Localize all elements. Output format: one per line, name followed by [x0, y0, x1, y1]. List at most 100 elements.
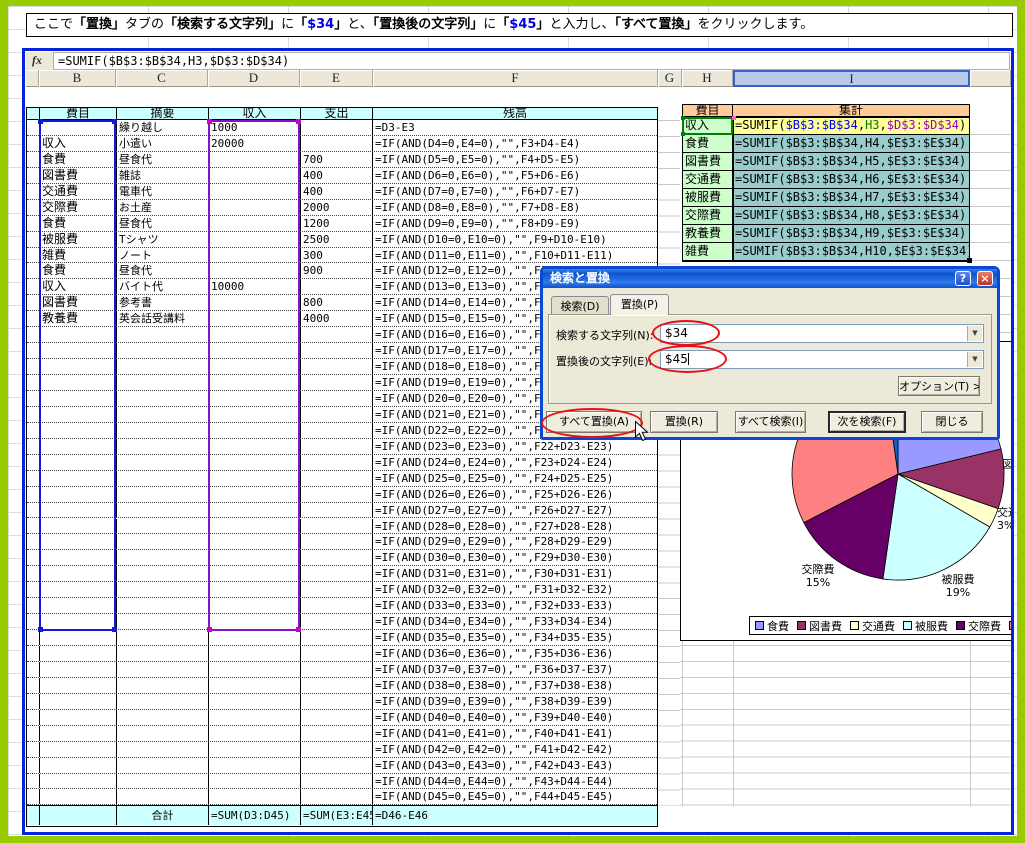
cell: [40, 662, 117, 677]
options-button[interactable]: オプション(T) >>: [898, 376, 980, 396]
cell: [117, 598, 209, 613]
cell: [27, 120, 40, 135]
column-header-F[interactable]: F: [373, 70, 658, 87]
dialog-button-2[interactable]: すべて検索(I): [735, 411, 806, 433]
cell: [301, 503, 373, 518]
cell: [117, 742, 209, 757]
dialog-button-0[interactable]: すべて置換(A): [546, 411, 642, 433]
cell: 図書費: [40, 168, 117, 183]
formula-part: $D$3:$D$34: [887, 118, 959, 132]
frame-left: [0, 0, 8, 843]
summary-formula-cell: =SUMIF($B$3:$B$34,H5,$E$3:$E$34): [733, 153, 969, 170]
cell: [209, 678, 301, 693]
cell: [209, 343, 301, 358]
cell: =IF(AND(D37=0,E37=0),"",F36+D37-E37): [373, 662, 657, 677]
cell: [209, 152, 301, 167]
ledger-row: 交通費電車代400=IF(AND(D7=0,E7=0),"",F6+D7-E7): [27, 184, 657, 200]
cell: 交際費: [40, 200, 117, 215]
search-combo-arrow-icon[interactable]: ▼: [967, 326, 982, 341]
cell: お土産: [117, 200, 209, 215]
help-button[interactable]: ?: [955, 271, 971, 286]
tab-replace[interactable]: 置換(P): [610, 294, 669, 315]
cell: 10000: [209, 279, 301, 294]
legend-label: 交通費: [862, 618, 895, 634]
cell: =IF(AND(D10=0,E10=0),"",F9+D10-E10): [373, 232, 657, 247]
ledger-header-cell: 残高: [373, 108, 657, 119]
dialog-titlebar[interactable]: 検索と置換: [543, 269, 997, 288]
cell: =IF(AND(D40=0,E40=0),"",F39+D40-E40): [373, 710, 657, 725]
cell: =IF(AND(D32=0,E32=0),"",F31+D32-E32): [373, 582, 657, 597]
cell: 2500: [301, 232, 373, 247]
cell: 参考書: [117, 295, 209, 310]
cell: [209, 774, 301, 789]
dialog-button-1[interactable]: 置換(R): [650, 411, 718, 433]
column-header-E[interactable]: E: [300, 70, 373, 87]
cell: [40, 630, 117, 645]
formula-part: ): [959, 118, 966, 132]
instruction-segment: 「すべて置換」: [614, 17, 697, 32]
cell: [27, 614, 40, 629]
find-replace-dialog: 検索と置換 ? × 検索(D) 置換(P) 検索する文字列(N): $34 ▼ …: [540, 266, 1000, 440]
cell: [301, 407, 373, 422]
cell: [209, 248, 301, 263]
instruction-segment: をクリックします。: [698, 17, 814, 32]
dialog-button-3[interactable]: 次を検索(F): [828, 411, 906, 433]
cell: =IF(AND(D5=0,E5=0),"",F4+D5-E5): [373, 152, 657, 167]
column-header-H[interactable]: H: [682, 70, 733, 87]
cell: [27, 311, 40, 326]
cell: [209, 423, 301, 438]
column-header-D[interactable]: D: [208, 70, 300, 87]
cell: [27, 487, 40, 502]
cell: [40, 566, 117, 581]
cell: =IF(AND(D9=0,E9=0),"",F8+D9-E9): [373, 216, 657, 231]
cell: 小遣い: [117, 136, 209, 151]
cell: =IF(AND(D26=0,E26=0),"",F25+D26-E26): [373, 487, 657, 502]
legend-swatch-icon: [1009, 621, 1014, 630]
column-header-G[interactable]: G: [658, 70, 682, 87]
cell: [27, 758, 40, 773]
instruction-segment: 「置換後の文字列」: [373, 17, 484, 32]
legend-swatch-icon: [850, 621, 859, 630]
cell: [117, 471, 209, 486]
instruction-segment: に: [281, 17, 294, 32]
search-string-input[interactable]: $34 ▼: [660, 324, 984, 343]
cell: [27, 200, 40, 215]
cell: 食費: [40, 216, 117, 231]
ledger-row: =IF(AND(D39=0,E39=0),"",F38+D39-E39): [27, 694, 657, 710]
replace-string-input[interactable]: $45 ▼: [660, 350, 984, 369]
cell: =IF(AND(D28=0,E28=0),"",F27+D28-E28): [373, 519, 657, 534]
cell: =IF(AND(D8=0,E8=0),"",F7+D8-E8): [373, 200, 657, 215]
column-header-C[interactable]: C: [116, 70, 208, 87]
cell: 800: [301, 295, 373, 310]
cell: =IF(AND(D4=0,E4=0),"",F3+D4-E4): [373, 136, 657, 151]
summary-table: 費目集計収入=SUMIF($B$3:$B$34,H3,$D$3:$D$34)食費…: [682, 104, 970, 262]
formula-bar-input[interactable]: =SUMIF($B$3:$B$34,H3,$D$3:$D$34): [53, 52, 1010, 70]
instruction-segment: $34: [307, 17, 334, 32]
cell: [27, 806, 40, 825]
close-icon[interactable]: ×: [977, 271, 993, 286]
tab-search[interactable]: 検索(D): [551, 296, 609, 315]
column-header-I[interactable]: I: [733, 70, 970, 87]
cell: [209, 758, 301, 773]
formula-bar: fx =SUMIF($B$3:$B$34,H3,$D$3:$D$34): [26, 52, 1010, 70]
cell: [40, 120, 117, 135]
replace-combo-arrow-icon[interactable]: ▼: [967, 352, 982, 367]
cell: ノート: [117, 248, 209, 263]
cell: [40, 375, 117, 390]
cell: [27, 136, 40, 151]
cell: [27, 184, 40, 199]
dialog-button-4[interactable]: 閉じる: [921, 411, 983, 433]
cell: [27, 248, 40, 263]
cell: =IF(AND(D33=0,E33=0),"",F32+D33-E33): [373, 598, 657, 613]
cell: [117, 710, 209, 725]
cell: [27, 216, 40, 231]
cell: 900: [301, 263, 373, 278]
chart-legend: 食費図書費交通費被服費交際費教養費雑費: [749, 616, 1014, 635]
cell: [301, 726, 373, 741]
ledger-row: 図書費雑誌400=IF(AND(D6=0,E6=0),"",F5+D6-E6): [27, 168, 657, 184]
column-header-B[interactable]: B: [39, 70, 116, 87]
summary-row: 収入=SUMIF($B$3:$B$34,H3,$D$3:$D$34): [683, 117, 969, 135]
cell: [209, 407, 301, 422]
cell: [40, 534, 117, 549]
cell: [209, 694, 301, 709]
